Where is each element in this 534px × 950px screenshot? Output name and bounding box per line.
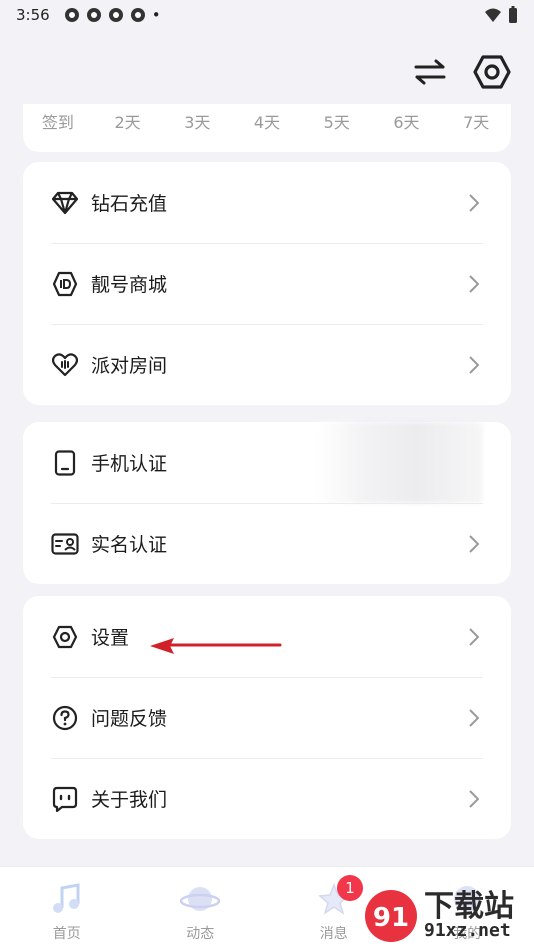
menu-item-feedback[interactable]: 问题反馈 (23, 677, 511, 758)
app-notification-icon (64, 8, 79, 22)
checkin-day: 6天 (393, 113, 420, 132)
chevron-right-icon (465, 789, 483, 808)
status-bar: 3:56 • (0, 0, 534, 30)
menu-item-vanity-number-store[interactable]: 靓号商城 (23, 243, 511, 324)
app-notification-icon (130, 8, 145, 22)
top-actions (410, 52, 512, 92)
more-notifications-dot: • (151, 6, 161, 24)
menu-item-phone-verification[interactable]: 手机认证 (23, 422, 511, 503)
id-badge-icon (51, 270, 79, 298)
blurred-phone-number (317, 422, 483, 503)
question-icon (51, 704, 79, 732)
menu-item-label: 实名认证 (91, 534, 168, 556)
menu-card-verification: 手机认证 实名认证 (23, 422, 511, 584)
chevron-right-icon (465, 355, 483, 374)
settings-hexagon-icon (473, 55, 511, 89)
switch-account-button[interactable] (410, 52, 450, 92)
chevron-right-icon (465, 193, 483, 212)
battery-icon (509, 6, 517, 23)
nav-tab-moments[interactable]: 动态 (134, 867, 268, 950)
diamond-icon (51, 189, 79, 217)
menu-item-diamond-recharge[interactable]: 钻石充值 (23, 162, 511, 243)
checkin-day: 2天 (114, 113, 141, 132)
menu-item-label: 问题反馈 (91, 708, 168, 730)
menu-item-label: 设置 (91, 627, 130, 649)
menu-item-label: 派对房间 (91, 355, 168, 377)
app-notification-icon (108, 8, 123, 22)
chevron-right-icon (465, 627, 483, 646)
swap-arrows-icon (414, 59, 446, 85)
chevron-right-icon (465, 534, 483, 553)
phone-icon (51, 449, 79, 477)
wifi-icon (485, 8, 501, 22)
menu-card-services: 钻石充值 靓号商城 派对房间 (23, 162, 511, 405)
watermark-logo-icon: 91 (365, 890, 417, 942)
planet-icon (180, 879, 221, 919)
nav-tab-home[interactable]: 首页 (0, 867, 134, 950)
watermark-title: 下载站 (424, 889, 514, 924)
menu-item-about-us[interactable]: 关于我们 (23, 758, 511, 839)
nav-label: 动态 (186, 926, 215, 942)
watermark-digits: 91 (373, 903, 409, 933)
menu-item-label: 关于我们 (91, 789, 168, 811)
site-watermark: 91 下载站 91xz.net (362, 884, 532, 948)
settings-icon (51, 623, 79, 651)
checkin-card: 签到 2天 3天 4天 5天 6天 7天 (23, 104, 511, 152)
chevron-right-icon (465, 708, 483, 727)
notification-icons: • (64, 6, 161, 24)
heart-icon (51, 351, 79, 379)
watermark-domain: 91xz.net (424, 920, 511, 941)
chevron-right-icon (465, 274, 483, 293)
system-icons (484, 6, 518, 24)
menu-item-party-room[interactable]: 派对房间 (23, 324, 511, 405)
settings-top-button[interactable] (472, 52, 512, 92)
chat-icon (51, 785, 79, 813)
watermark-text: 下载站 91xz.net (424, 892, 514, 940)
checkin-day: 5天 (323, 113, 350, 132)
menu-item-label: 钻石充值 (91, 193, 168, 215)
app-notification-icon (86, 8, 101, 22)
menu-item-real-name-verification[interactable]: 实名认证 (23, 503, 511, 584)
message-count-badge: 1 (337, 875, 363, 901)
nav-label: 消息 (319, 926, 348, 942)
nav-label: 首页 (52, 926, 81, 942)
menu-item-label: 靓号商城 (91, 274, 168, 296)
checkin-day: 3天 (184, 113, 211, 132)
menu-item-label: 手机认证 (91, 453, 168, 475)
menu-card-general: 设置 问题反馈 关于我们 (23, 596, 511, 839)
music-note-icon (47, 879, 87, 919)
status-time: 3:56 (16, 6, 50, 24)
checkin-day: 4天 (253, 113, 281, 132)
red-annotation-arrow (150, 638, 282, 654)
checkin-day: 签到 (41, 113, 74, 132)
checkin-day: 7天 (463, 113, 490, 132)
id-card-icon (51, 530, 79, 558)
